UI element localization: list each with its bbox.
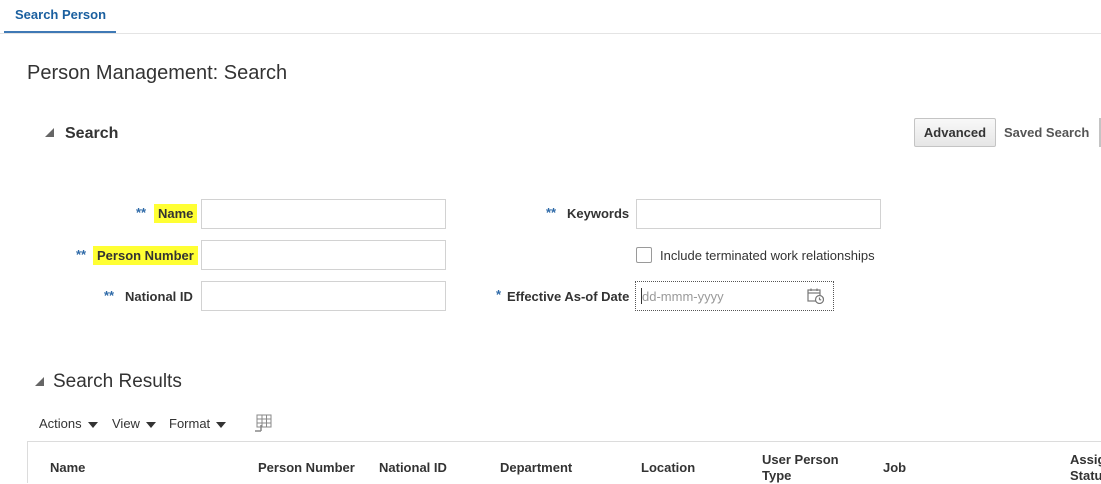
- actions-menu[interactable]: Actions: [39, 416, 98, 431]
- required-marker: **: [546, 205, 557, 220]
- saved-search-label: Saved Search: [1004, 125, 1090, 140]
- effective-date-input[interactable]: dd-mmm-yyyy: [635, 281, 834, 311]
- column-header-job[interactable]: Job: [883, 460, 906, 476]
- national-id-input[interactable]: [201, 281, 446, 311]
- search-results-title: Search Results: [53, 371, 182, 392]
- required-marker: **: [104, 288, 115, 303]
- column-header-location[interactable]: Location: [641, 460, 695, 476]
- calendar-icon[interactable]: [807, 288, 824, 304]
- chevron-down-icon: [216, 421, 227, 428]
- column-header-user-person-type[interactable]: User Person Type: [762, 452, 862, 484]
- page-title: Person Management: Search: [27, 62, 288, 84]
- name-label: Name: [154, 204, 198, 223]
- chevron-down-icon: [87, 421, 98, 428]
- tab-divider: [0, 33, 1101, 34]
- keywords-label: Keywords: [567, 206, 630, 221]
- national-id-label: National ID: [125, 289, 193, 304]
- person-number-input[interactable]: [201, 240, 446, 270]
- format-menu[interactable]: Format: [169, 416, 227, 431]
- table-border: [27, 441, 1101, 442]
- include-terminated-label: Include terminated work relationships: [660, 248, 875, 263]
- table-border: [27, 441, 28, 483]
- column-header-department[interactable]: Department: [500, 460, 572, 476]
- search-section-title: Search: [65, 125, 119, 142]
- collapse-search-icon[interactable]: [45, 128, 54, 137]
- name-input[interactable]: [201, 199, 446, 229]
- tab-search-person[interactable]: Search Person: [4, 0, 116, 34]
- column-header-person-number[interactable]: Person Number: [258, 460, 355, 476]
- required-marker: *: [496, 287, 502, 302]
- view-menu[interactable]: View: [112, 416, 156, 431]
- keywords-input[interactable]: [636, 199, 881, 229]
- date-placeholder: dd-mmm-yyyy: [642, 289, 724, 304]
- collapse-results-icon[interactable]: [35, 377, 44, 386]
- column-header-national-id[interactable]: National ID: [379, 460, 447, 476]
- advanced-button[interactable]: Advanced: [914, 118, 996, 147]
- required-marker: **: [136, 205, 147, 220]
- text-cursor: [641, 288, 642, 304]
- column-header-name[interactable]: Name: [50, 460, 85, 476]
- person-number-label: Person Number: [93, 246, 198, 265]
- effective-date-label: Effective As-of Date: [507, 289, 630, 304]
- include-terminated-checkbox[interactable]: [636, 247, 652, 263]
- chevron-down-icon: [145, 421, 156, 428]
- freeze-columns-icon[interactable]: [254, 414, 272, 432]
- column-header-assignment-status[interactable]: Assignment Status: [1070, 452, 1101, 484]
- required-marker: **: [76, 247, 87, 262]
